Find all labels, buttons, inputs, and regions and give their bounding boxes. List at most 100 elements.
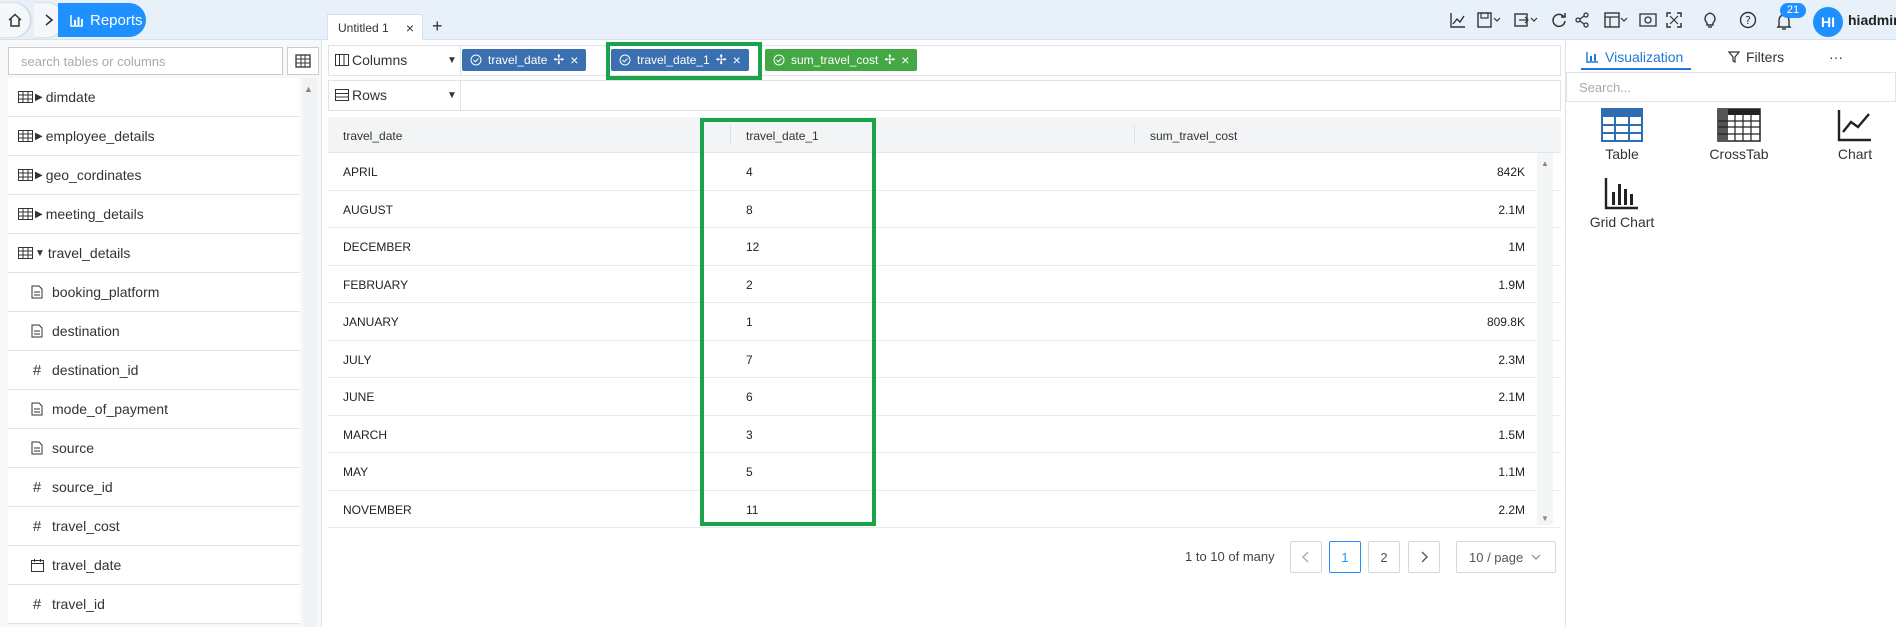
tab-filters[interactable]: Filters — [1728, 49, 1784, 65]
caret-right-icon[interactable]: ▶ — [35, 209, 43, 220]
cell-sum-travel-cost: 1.9M — [1498, 277, 1525, 292]
export-menu-icon[interactable] — [1511, 10, 1541, 30]
number-field-icon: # — [32, 361, 42, 379]
cell-travel-date: FEBRUARY — [343, 277, 409, 292]
active-tab-underline — [1581, 68, 1691, 70]
tree-column-destination[interactable]: destination — [8, 312, 300, 351]
tree-column-travel-cost[interactable]: # travel_cost — [8, 507, 300, 546]
cell-sum-travel-cost: 1M — [1508, 240, 1525, 254]
save-menu-icon[interactable] — [1474, 10, 1504, 30]
grid-toggle-button[interactable] — [287, 47, 319, 75]
sidebar-scrollbar[interactable] — [303, 78, 317, 627]
search-tables-input[interactable] — [8, 47, 283, 75]
viz-crosstab-option[interactable]: CrossTab — [1704, 108, 1774, 162]
scroll-down-icon[interactable]: ▼ — [1541, 514, 1549, 523]
tree-table-employee-details[interactable]: ▶ employee_details — [8, 117, 300, 156]
cell-sum-travel-cost: 2.1M — [1498, 390, 1525, 404]
tree-item-label: mode_of_payment — [52, 401, 168, 417]
caret-right-icon[interactable]: ▶ — [35, 92, 43, 103]
tree-item-label: geo_cordinates — [45, 167, 142, 183]
tree-item-label: travel_date — [52, 557, 122, 573]
tree-table-geo-cordinates[interactable]: ▶ geo_cordinates — [8, 156, 300, 195]
lightbulb-icon[interactable] — [1698, 10, 1722, 30]
tree-item-label: destination — [52, 323, 120, 339]
tree-item-label: source — [52, 440, 95, 456]
tree-column-mode-of-payment[interactable]: mode_of_payment — [8, 390, 300, 429]
table-row: MAY 5 1.1M — [328, 453, 1561, 491]
page-2-button[interactable]: 2 — [1368, 541, 1400, 573]
username[interactable]: hiadmin — [1848, 12, 1896, 28]
bar-chart-viz-icon — [1584, 176, 1660, 210]
chevron-right-icon — [1421, 551, 1428, 563]
cell-sum-travel-cost: 2.1M — [1498, 202, 1525, 217]
more-options-button[interactable]: ··· — [1829, 49, 1843, 65]
table-row: JANUARY 1 809.8K — [328, 303, 1561, 341]
avatar[interactable]: HI — [1813, 7, 1843, 37]
view-icon[interactable] — [1636, 10, 1660, 30]
tree-column-source[interactable]: source — [8, 429, 300, 468]
move-icon[interactable]: ✢ — [553, 52, 564, 68]
remove-chip-icon[interactable]: × — [570, 52, 578, 68]
add-tab-button[interactable]: + — [432, 16, 443, 37]
tab-untitled-1[interactable]: Untitled 1 × — [327, 14, 423, 40]
cell-travel-date: JANUARY — [343, 315, 399, 329]
refresh-icon[interactable] — [1547, 10, 1571, 30]
table-icon — [16, 247, 34, 259]
tree-column-destination-id[interactable]: # destination_id — [8, 351, 300, 390]
cell-travel-date: MAY — [343, 465, 369, 479]
caret-right-icon[interactable]: ▶ — [35, 170, 43, 181]
caret-right-icon[interactable]: ▶ — [35, 131, 43, 142]
scroll-up-arrow-icon[interactable]: ▲ — [304, 84, 313, 94]
help-icon[interactable]: ? — [1736, 10, 1760, 30]
tree-item-label: dimdate — [45, 89, 96, 105]
layout-menu-icon[interactable] — [1601, 10, 1631, 30]
tab-visualization[interactable]: Visualization — [1586, 49, 1683, 65]
page-size-select[interactable]: 10 / page — [1456, 541, 1556, 573]
header-sum-travel-cost[interactable]: sum_travel_cost — [1150, 129, 1237, 143]
viz-chart-option[interactable]: Chart — [1820, 108, 1890, 162]
rows-dropdown-icon[interactable]: ▼ — [447, 90, 457, 101]
scroll-up-icon[interactable]: ▲ — [1541, 159, 1549, 168]
cell-sum-travel-cost: 1.5M — [1498, 427, 1525, 442]
table-row: JUNE 6 2.1M — [328, 378, 1561, 416]
tree-column-travel-date[interactable]: travel_date — [8, 546, 300, 585]
tree-table-travel-details[interactable]: ▼ travel_details — [8, 234, 300, 273]
column-separator[interactable] — [1134, 125, 1135, 145]
home-icon — [8, 13, 22, 27]
remove-chip-icon[interactable]: × — [901, 52, 909, 68]
chip-label: sum_travel_cost — [791, 53, 879, 67]
prev-page-button[interactable] — [1290, 541, 1322, 573]
rows-shelf[interactable]: Rows ▼ — [328, 80, 1561, 111]
share-icon[interactable] — [1570, 10, 1594, 30]
doc-tab-label: Untitled 1 — [338, 20, 389, 35]
shelf-divider — [460, 45, 461, 76]
next-page-button[interactable] — [1408, 541, 1440, 573]
chevron-right-icon — [45, 14, 54, 26]
tree-column-source-id[interactable]: # source_id — [8, 468, 300, 507]
caret-down-icon[interactable]: ▼ — [35, 248, 45, 259]
table-icon — [16, 169, 34, 181]
column-chip-sum-travel-cost[interactable]: sum_travel_cost ✢ × — [765, 49, 918, 71]
move-icon[interactable]: ✢ — [884, 52, 895, 68]
tree-column-booking-platform[interactable]: booking_platform — [8, 273, 300, 312]
page-1-button[interactable]: 1 — [1329, 541, 1361, 573]
column-chip-travel-date[interactable]: travel_date ✢ × — [462, 49, 587, 71]
viz-grid-chart-option[interactable]: Grid Chart — [1584, 176, 1660, 230]
visualization-search-input[interactable] — [1566, 72, 1896, 102]
close-tab-icon[interactable]: × — [406, 20, 414, 36]
header-travel-date[interactable]: travel_date — [343, 129, 402, 143]
tree-item-label: travel_cost — [52, 518, 120, 534]
cell-sum-travel-cost: 1.1M — [1498, 465, 1525, 479]
cell-sum-travel-cost: 809.8K — [1486, 315, 1525, 329]
fullscreen-icon[interactable] — [1662, 10, 1686, 30]
tree-table-meeting-details[interactable]: ▶ meeting_details — [8, 195, 300, 234]
tree-table-dimdate[interactable]: ▶ dimdate — [8, 78, 300, 117]
cell-travel-date: JULY — [343, 352, 372, 367]
reports-label: Reports — [90, 11, 143, 29]
tree-column-travel-id[interactable]: # travel_id — [8, 585, 300, 624]
columns-dropdown-icon[interactable]: ▼ — [447, 55, 457, 66]
chart-view-icon[interactable] — [1446, 10, 1470, 30]
viz-table-option[interactable]: Table — [1587, 108, 1657, 162]
table-scrollbar[interactable]: ▲ ▼ — [1537, 153, 1553, 525]
reports-breadcrumb-button[interactable]: Reports — [58, 3, 146, 37]
